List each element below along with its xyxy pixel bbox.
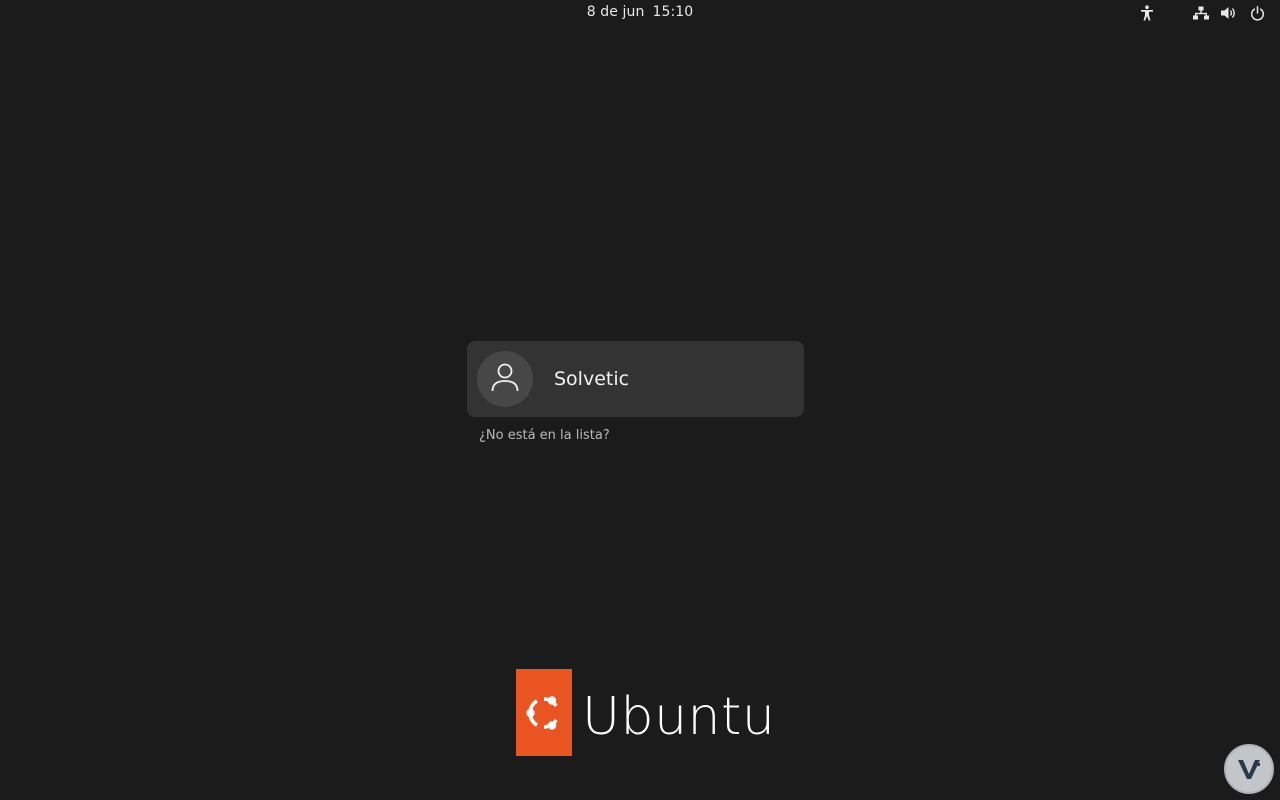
user-icon	[490, 361, 520, 397]
ubuntu-wordmark: Ubuntu	[582, 686, 776, 747]
system-tray	[1138, 4, 1266, 22]
network-button[interactable]	[1192, 4, 1210, 22]
network-icon	[1193, 6, 1209, 20]
clock[interactable]: 8 de jun 15:10	[540, 4, 740, 20]
accessibility-button[interactable]	[1138, 4, 1156, 22]
volume-button[interactable]	[1220, 4, 1238, 22]
ubuntu-logo: Ubuntu	[516, 669, 775, 756]
accessibility-icon	[1140, 5, 1154, 21]
top-bar: 8 de jun 15:10	[0, 0, 1280, 26]
clock-date: 8 de jun	[586, 4, 645, 20]
volume-icon	[1221, 6, 1237, 20]
power-button[interactable]	[1248, 4, 1266, 22]
login-screen: 8 de jun 15:10 Solvetic ¿No está en la l…	[0, 0, 1280, 800]
avatar	[477, 351, 533, 407]
user-name: Solvetic	[554, 368, 630, 390]
clock-time: 15:10	[652, 4, 694, 20]
ubuntu-circle-of-friends-icon	[516, 669, 572, 756]
solvetic-watermark-icon	[1224, 744, 1274, 794]
user-list-item[interactable]: Solvetic	[467, 341, 804, 417]
not-listed-link[interactable]: ¿No está en la lista?	[479, 428, 610, 443]
power-icon	[1250, 5, 1265, 21]
